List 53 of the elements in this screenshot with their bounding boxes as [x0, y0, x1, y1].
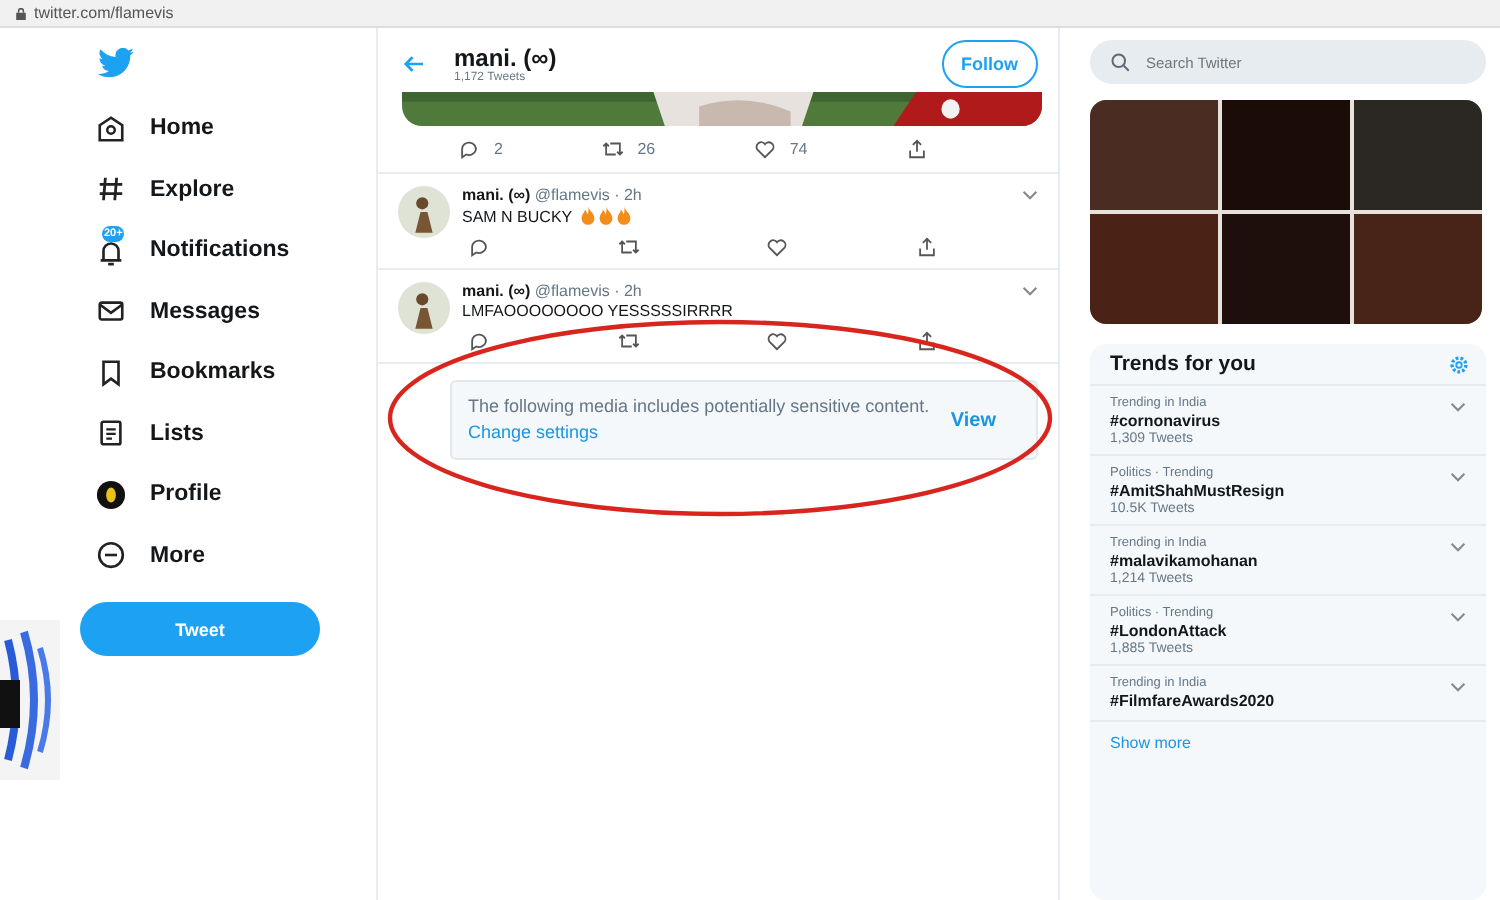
author-handle: @flamevis · 2h: [534, 282, 642, 300]
notice-text: The following media includes potentially sensitive content. Change settings: [468, 394, 931, 446]
hashtag-icon: [96, 174, 126, 205]
nav-item[interactable]: Lists: [80, 403, 204, 464]
reply-icon[interactable]: [468, 330, 490, 352]
share-icon[interactable]: [905, 138, 928, 160]
nav-item[interactable]: Home: [80, 98, 214, 159]
back-arrow-icon[interactable]: [402, 52, 426, 76]
profile-name: mani. (∞): [454, 44, 559, 72]
tweet-text: SAM N BUCKY: [462, 207, 573, 225]
envelope-icon: [96, 296, 126, 327]
like-count: 74: [789, 140, 808, 158]
bird-logo-icon[interactable]: [98, 48, 134, 78]
bookmark-icon: [96, 357, 126, 388]
retweet-count: 26: [637, 140, 656, 158]
chevron-down-icon[interactable]: [1450, 542, 1466, 552]
chevron-down-icon[interactable]: [1450, 402, 1466, 412]
nav-item[interactable]: Messages: [80, 281, 260, 342]
avatar: [398, 186, 450, 238]
author-handle: @flamevis · 2h: [534, 186, 642, 204]
nav-item[interactable]: Bookmarks: [80, 342, 276, 403]
reply-icon[interactable]: [468, 236, 490, 258]
more-icon: [96, 540, 126, 571]
heart-icon[interactable]: [766, 236, 789, 258]
retweet-icon[interactable]: [617, 236, 640, 258]
chevron-down-icon[interactable]: [1450, 472, 1466, 482]
tweet-text: LMFAOOOOOOOO YESSSSSIRRRR: [462, 302, 733, 320]
list-icon: [96, 418, 126, 449]
heart-icon[interactable]: [753, 138, 776, 160]
share-icon[interactable]: [915, 236, 938, 258]
home-icon: [96, 113, 126, 144]
chevron-down-icon[interactable]: [1022, 286, 1038, 296]
nav-item[interactable]: Profile: [80, 464, 222, 525]
nav-item[interactable]: Explore: [80, 159, 235, 220]
retweet-icon[interactable]: [617, 330, 640, 352]
avatar-icon: [96, 479, 126, 510]
avatar: [398, 282, 450, 334]
chevron-down-icon[interactable]: [1450, 682, 1466, 692]
lock-icon: [16, 7, 26, 19]
share-icon[interactable]: [915, 330, 938, 352]
reply-count: 2: [494, 140, 503, 158]
nav-item[interactable]: More: [80, 525, 205, 586]
chevron-down-icon[interactable]: [1450, 612, 1466, 622]
address-bar[interactable]: twitter.com/flamevis: [0, 0, 1500, 28]
search-icon: [1110, 52, 1130, 72]
trends-title: Trends for you: [1110, 352, 1256, 376]
author-name: mani. (∞): [462, 186, 531, 204]
retweet-icon[interactable]: [601, 138, 624, 160]
author-name: mani. (∞): [462, 282, 531, 300]
heart-icon[interactable]: [766, 330, 789, 352]
reply-icon[interactable]: [458, 138, 480, 160]
settings-icon[interactable]: [1448, 353, 1470, 375]
chevron-down-icon[interactable]: [1022, 190, 1038, 200]
